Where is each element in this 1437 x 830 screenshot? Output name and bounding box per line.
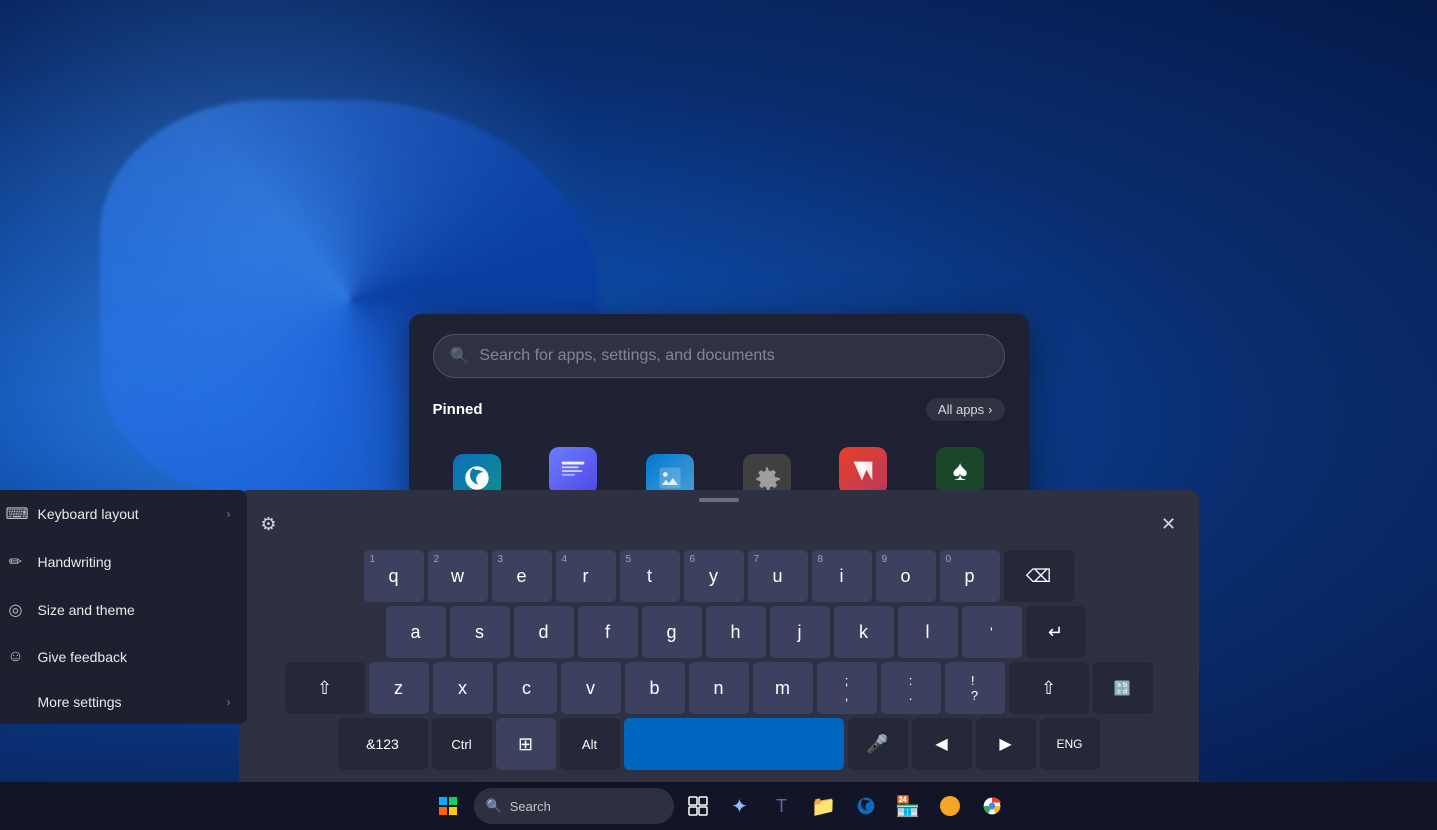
give-feedback-icon: ☺ <box>6 648 26 666</box>
taskbar-fileexplorer[interactable]: 📁 <box>806 788 842 824</box>
key-windows[interactable]: ⊞ <box>496 718 556 770</box>
settings-item-give-feedback[interactable]: ☺ Give feedback <box>0 634 247 680</box>
key-x[interactable]: x <box>433 662 493 714</box>
key-p[interactable]: 0p <box>940 550 1000 602</box>
key-enter[interactable]: ↵ <box>1026 606 1086 658</box>
key-v[interactable]: v <box>561 662 621 714</box>
give-feedback-label: Give feedback <box>38 649 128 665</box>
handwriting-icon: ✏ <box>6 552 26 572</box>
settings-item-size-theme[interactable]: ◎ Size and theme <box>0 586 247 634</box>
key-g[interactable]: g <box>642 606 702 658</box>
key-h[interactable]: h <box>706 606 766 658</box>
taskbar: 🔍 Search ✦ T 📁 🏪 <box>0 782 1437 830</box>
key-lang[interactable]: ENG <box>1040 718 1100 770</box>
solitaire-icon: ♠ <box>936 447 984 495</box>
touch-keyboard: ⌨ Keyboard layout › ✏ Handwriting ◎ Size… <box>239 490 1199 782</box>
key-t[interactable]: 5t <box>620 550 680 602</box>
key-backspace[interactable]: ⌫ <box>1004 550 1074 602</box>
handwriting-label: Handwriting <box>38 554 112 570</box>
taskbar-edge[interactable] <box>848 788 884 824</box>
key-shift-right[interactable]: ⇧ <box>1009 662 1089 714</box>
settings-item-more-settings[interactable]: More settings › <box>0 680 247 724</box>
key-colon[interactable]: :. <box>881 662 941 714</box>
m365-icon <box>839 447 887 495</box>
key-semicolon[interactable]: ;, <box>817 662 877 714</box>
key-j[interactable]: j <box>770 606 830 658</box>
key-arrow-left[interactable]: ◀ <box>912 718 972 770</box>
key-layout-switch[interactable]: 🔡 <box>1093 662 1153 714</box>
keyboard-settings-panel: ⌨ Keyboard layout › ✏ Handwriting ◎ Size… <box>0 490 247 724</box>
key-z[interactable]: z <box>369 662 429 714</box>
more-settings-label: More settings <box>38 694 122 710</box>
keyboard-close-button[interactable]: ✕ <box>1151 506 1187 542</box>
start-button[interactable] <box>428 786 468 826</box>
all-apps-button[interactable]: All apps › <box>926 398 1005 421</box>
key-shift-left[interactable]: ⇧ <box>285 662 365 714</box>
key-arrow-right[interactable]: ▶ <box>976 718 1036 770</box>
key-w[interactable]: 2w <box>428 550 488 602</box>
start-search-bar[interactable]: 🔍 Search for apps, settings, and documen… <box>433 334 1005 378</box>
key-c[interactable]: c <box>497 662 557 714</box>
key-i[interactable]: 8i <box>812 550 872 602</box>
taskbar-search-placeholder: Search <box>510 799 551 814</box>
key-space[interactable] <box>624 718 844 770</box>
size-theme-icon: ◎ <box>6 600 26 620</box>
key-e[interactable]: 3e <box>492 550 552 602</box>
keyboard-layout-icon: ⌨ <box>6 504 26 524</box>
key-exclaim[interactable]: !? <box>945 662 1005 714</box>
chevron-right-icon: › <box>988 402 992 417</box>
taskbar-teams[interactable]: T <box>764 788 800 824</box>
key-mic[interactable]: 🎤 <box>848 718 908 770</box>
something-icon <box>549 447 597 495</box>
key-num-sym[interactable]: &123 <box>338 718 428 770</box>
key-u[interactable]: 7u <box>748 550 808 602</box>
key-o[interactable]: 9o <box>876 550 936 602</box>
settings-item-handwriting[interactable]: ✏ Handwriting <box>0 538 247 586</box>
key-l[interactable]: l <box>898 606 958 658</box>
taskbar-search-icon: 🔍 <box>486 798 502 814</box>
keyboard-top-bar: ⚙ ✕ <box>239 506 1199 546</box>
keyboard-layout-label: Keyboard layout <box>38 506 139 522</box>
taskbar-store[interactable]: 🏪 <box>890 788 926 824</box>
key-r[interactable]: 4r <box>556 550 616 602</box>
pinned-header: Pinned All apps › <box>433 398 1005 421</box>
key-s[interactable]: s <box>450 606 510 658</box>
taskbar-chrome[interactable] <box>974 788 1010 824</box>
key-alt[interactable]: Alt <box>560 718 620 770</box>
key-quote[interactable]: ' <box>962 606 1022 658</box>
key-m[interactable]: m <box>753 662 813 714</box>
search-icon: 🔍 <box>450 346 470 366</box>
key-f[interactable]: f <box>578 606 638 658</box>
key-y[interactable]: 6y <box>684 550 744 602</box>
pinned-title: Pinned <box>433 401 483 418</box>
key-row-3: ⇧ z x c v b n m ;, :. !? ⇧ 🔡 <box>247 662 1191 714</box>
taskbar-taskview[interactable] <box>680 788 716 824</box>
taskbar-copilot[interactable]: ✦ <box>722 788 758 824</box>
key-a[interactable]: a <box>386 606 446 658</box>
settings-item-keyboard-layout[interactable]: ⌨ Keyboard layout › <box>0 490 247 538</box>
taskbar-search[interactable]: 🔍 Search <box>474 788 674 824</box>
keyboard-layout-chevron: › <box>227 507 231 521</box>
key-b[interactable]: b <box>625 662 685 714</box>
key-row-2: a s d f g h j k l ' ↵ <box>247 606 1191 658</box>
key-q[interactable]: 1q <box>364 550 424 602</box>
key-ctrl[interactable]: Ctrl <box>432 718 492 770</box>
keyboard-handle[interactable] <box>699 498 739 502</box>
key-n[interactable]: n <box>689 662 749 714</box>
key-k[interactable]: k <box>834 606 894 658</box>
search-placeholder: Search for apps, settings, and documents <box>479 347 774 365</box>
keyboard-settings-button[interactable]: ⚙ <box>251 506 287 542</box>
more-settings-chevron: › <box>227 695 231 709</box>
keyboard-rows: 1q 2w 3e 4r 5t 6y 7u 8i 9o 0p ⌫ a s d f … <box>239 546 1199 782</box>
taskbar-app-yellow[interactable] <box>932 788 968 824</box>
key-row-1: 1q 2w 3e 4r 5t 6y 7u 8i 9o 0p ⌫ <box>247 550 1191 602</box>
key-row-4: &123 Ctrl ⊞ Alt 🎤 ◀ ▶ ENG <box>247 718 1191 770</box>
size-theme-label: Size and theme <box>38 602 135 618</box>
key-d[interactable]: d <box>514 606 574 658</box>
